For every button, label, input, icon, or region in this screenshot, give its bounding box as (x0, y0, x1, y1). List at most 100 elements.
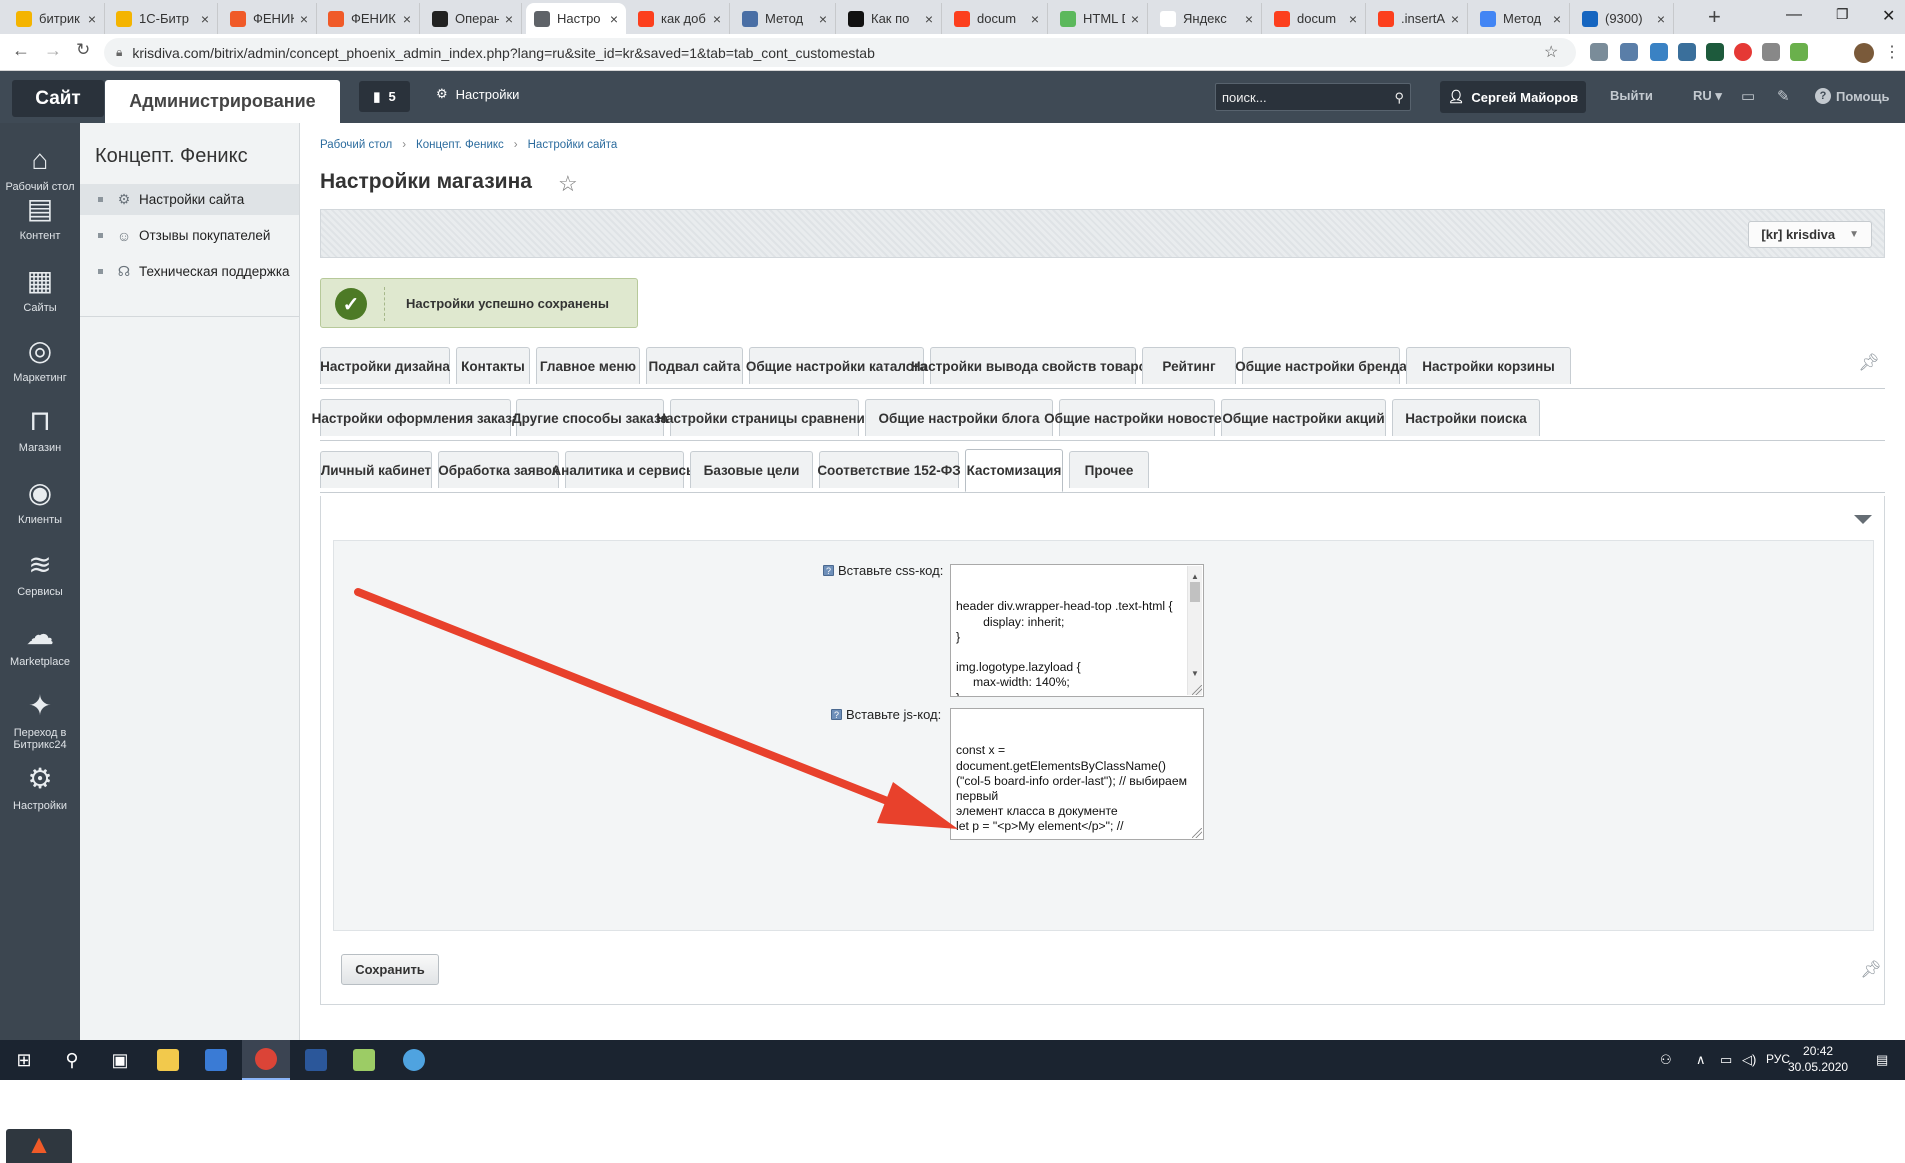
settings-tab[interactable]: Личный кабинет (320, 451, 432, 488)
extension-icon[interactable] (1790, 43, 1808, 61)
extension-icon[interactable] (1620, 43, 1638, 61)
hint-icon[interactable]: ? (823, 565, 834, 576)
settings-tab[interactable]: Базовые цели (690, 451, 813, 488)
notifications-button[interactable]: ▮ 5 (359, 81, 410, 112)
browser-tab[interactable]: ФЕНИК × (222, 3, 317, 34)
help-button[interactable]: ? Помощь (1815, 88, 1889, 104)
search-icon[interactable]: ⚲ (48, 1040, 96, 1080)
extension-icon[interactable] (1734, 43, 1752, 61)
favorite-star-icon[interactable]: ☆ (558, 171, 578, 197)
settings-tab[interactable]: Настройки вывода свойств товаров (911, 347, 1155, 384)
browser-tab[interactable]: как доб × (630, 3, 730, 34)
profile-avatar[interactable] (1854, 43, 1874, 63)
sidebar-item[interactable]: ◎ Маркетинг (0, 336, 80, 385)
minimize-window-button[interactable]: — (1786, 6, 1802, 24)
browser-tab[interactable]: (9300) × (1574, 3, 1674, 34)
search-icon[interactable]: ⚲ (1394, 90, 1404, 105)
breadcrumb-item[interactable]: Настройки сайта (528, 139, 618, 151)
sidebar-item[interactable]: ▦ Сайты (0, 266, 80, 315)
settings-tab[interactable]: Общие настройки блога (865, 399, 1053, 436)
resize-grip-icon[interactable] (1192, 685, 1202, 695)
tab-close-icon[interactable]: × (1245, 11, 1253, 27)
browser-tab[interactable]: Яндекс × (1152, 3, 1262, 34)
sidebar-item[interactable]: ◉ Клиенты (0, 478, 80, 527)
reload-button[interactable]: ↻ (76, 40, 90, 60)
browser-tab[interactable]: Метод × (734, 3, 836, 34)
tab-close-icon[interactable]: × (201, 11, 209, 27)
user-button[interactable]: 👤︎ Сергей Майоров (1440, 81, 1586, 113)
search-input[interactable]: поиск... ⚲ (1215, 83, 1411, 111)
browser-tab[interactable]: Как по × (840, 3, 942, 34)
volume-icon[interactable]: ◁) (1742, 1052, 1756, 1068)
extension-icon[interactable] (1650, 43, 1668, 61)
notifications-icon[interactable]: ▤ (1876, 1052, 1888, 1068)
tab-close-icon[interactable]: × (1657, 11, 1665, 27)
settings-tab[interactable]: Настройки дизайна (320, 347, 450, 384)
browser-tab[interactable]: Настро × (526, 3, 626, 34)
sidebar-item[interactable]: ☁ Marketplace (0, 620, 80, 669)
settings-tab[interactable]: Общие настройки акций (1221, 399, 1386, 436)
back-button[interactable]: ← (12, 40, 30, 61)
settings-tab[interactable]: Аналитика и сервисы (551, 451, 698, 488)
people-icon[interactable]: ⚇ (1660, 1052, 1672, 1068)
browser-tab[interactable]: Метод × (1472, 3, 1570, 34)
settings-tab[interactable]: Прочее (1069, 451, 1149, 488)
sidebar-item[interactable]: ▤ Контент (0, 194, 80, 243)
settings-tab[interactable]: Общие настройки бренда (1235, 347, 1407, 384)
sidebar-item[interactable]: ⚙ Настройки (0, 764, 80, 813)
tab-close-icon[interactable]: × (925, 11, 933, 27)
settings-tab[interactable]: Контакты (456, 347, 530, 384)
menu-item[interactable]: ☺ Отзывы покупателей (80, 220, 299, 251)
browser-tab[interactable]: docum × (1266, 3, 1366, 34)
settings-tab[interactable]: Другие способы заказа (512, 399, 668, 436)
tab-close-icon[interactable]: × (819, 11, 827, 27)
extension-icon[interactable] (1590, 43, 1608, 61)
windows-start-icon[interactable]: ⊞ (0, 1040, 48, 1080)
browser-tab[interactable]: .insertA × (1370, 3, 1468, 34)
css-code-textarea[interactable]: header div.wrapper-head-top .text-html {… (950, 564, 1204, 697)
tab-close-icon[interactable]: × (1131, 11, 1139, 27)
tab-close-icon[interactable]: × (1349, 11, 1357, 27)
address-bar[interactable]: 🔒︎ krisdiva.com/bitrix/admin/concept_pho… (104, 38, 1576, 67)
tab-close-icon[interactable]: × (88, 11, 96, 27)
task-view-icon[interactable]: ▣ (96, 1040, 144, 1080)
tray-chevron-icon[interactable]: ∧ (1696, 1052, 1706, 1068)
tab-close-icon[interactable]: × (300, 11, 308, 27)
settings-tab[interactable]: Кастомизация (965, 449, 1063, 492)
scroll-down-icon[interactable]: ▼ (1191, 666, 1199, 681)
scrollbar[interactable]: ▲ ▼ (1187, 566, 1202, 695)
breadcrumb-item[interactable]: Концепт. Феникс (416, 139, 504, 151)
close-window-button[interactable]: ✕ (1882, 6, 1895, 26)
app-icon[interactable] (390, 1040, 438, 1080)
pin-panel-icon[interactable]: ✎ (1777, 87, 1790, 105)
forward-button[interactable]: → (44, 40, 62, 61)
browser-tab[interactable]: ФЕНИК × (320, 3, 420, 34)
hint-icon[interactable]: ? (831, 709, 842, 720)
chrome-icon[interactable] (242, 1040, 290, 1080)
extension-icon[interactable] (1678, 43, 1696, 61)
settings-tab[interactable]: Настройки оформления заказа (312, 399, 519, 436)
panel-settings-button[interactable]: ⚙ Настройки (436, 86, 519, 102)
site-select[interactable]: [kr] krisdiva ▼ (1748, 221, 1872, 248)
tab-close-icon[interactable]: × (713, 11, 721, 27)
app-icon[interactable] (192, 1040, 240, 1080)
extension-icon[interactable] (1706, 43, 1724, 61)
scrollbar-thumb[interactable] (1190, 582, 1200, 602)
extension-icon[interactable] (1762, 43, 1780, 61)
pin-tabs-icon[interactable]: 📌︎ (1858, 353, 1880, 373)
settings-tab[interactable]: Подвал сайта (646, 347, 743, 384)
tab-close-icon[interactable]: × (505, 11, 513, 27)
browser-tab[interactable]: docum × (946, 3, 1048, 34)
hotkeys-icon[interactable]: ▭ (1741, 87, 1755, 105)
admin-button[interactable]: Администрирование (105, 80, 340, 123)
new-tab-button[interactable]: + (1708, 4, 1721, 30)
collapse-toggle-icon[interactable] (1854, 515, 1872, 524)
settings-tab[interactable]: Соответствие 152-ФЗ (817, 451, 961, 488)
breadcrumb-item[interactable]: Рабочий стол (320, 139, 392, 151)
save-button[interactable]: Сохранить (341, 954, 439, 985)
logout-link[interactable]: Выйти (1610, 88, 1653, 103)
notepad-icon[interactable] (340, 1040, 388, 1080)
tab-close-icon[interactable]: × (1451, 11, 1459, 27)
resize-grip-icon[interactable] (1192, 828, 1202, 838)
sidebar-item[interactable]: ⊓ Магазин (0, 406, 80, 455)
